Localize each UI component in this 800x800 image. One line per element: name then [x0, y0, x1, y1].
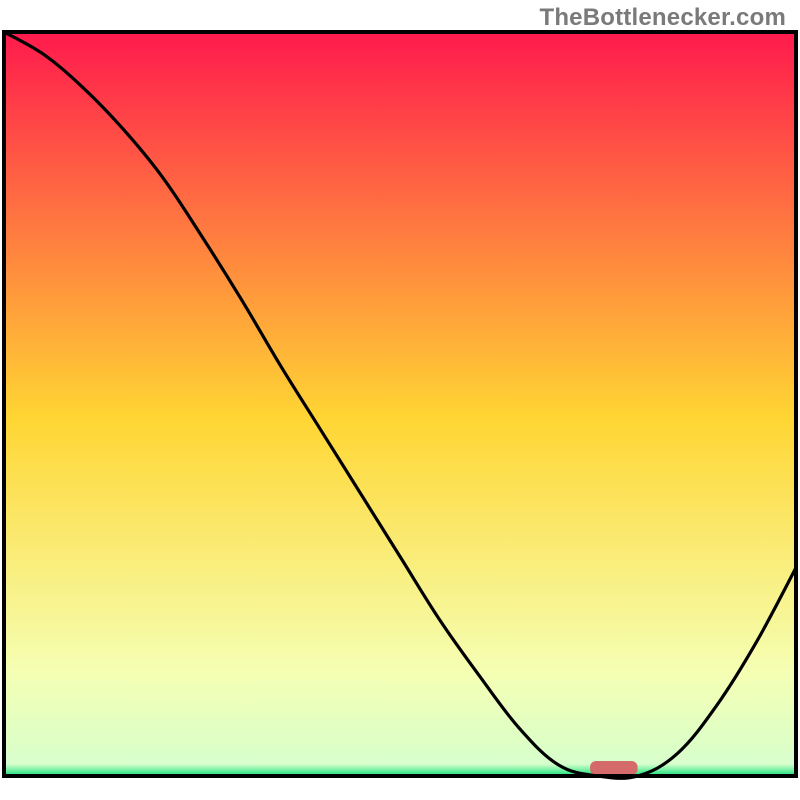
bottleneck-chart: TheBottlenecker.com [0, 0, 800, 800]
optimal-marker [590, 761, 638, 775]
chart-svg [0, 0, 800, 800]
plot-background [4, 32, 796, 776]
watermark-text: TheBottlenecker.com [539, 4, 786, 32]
